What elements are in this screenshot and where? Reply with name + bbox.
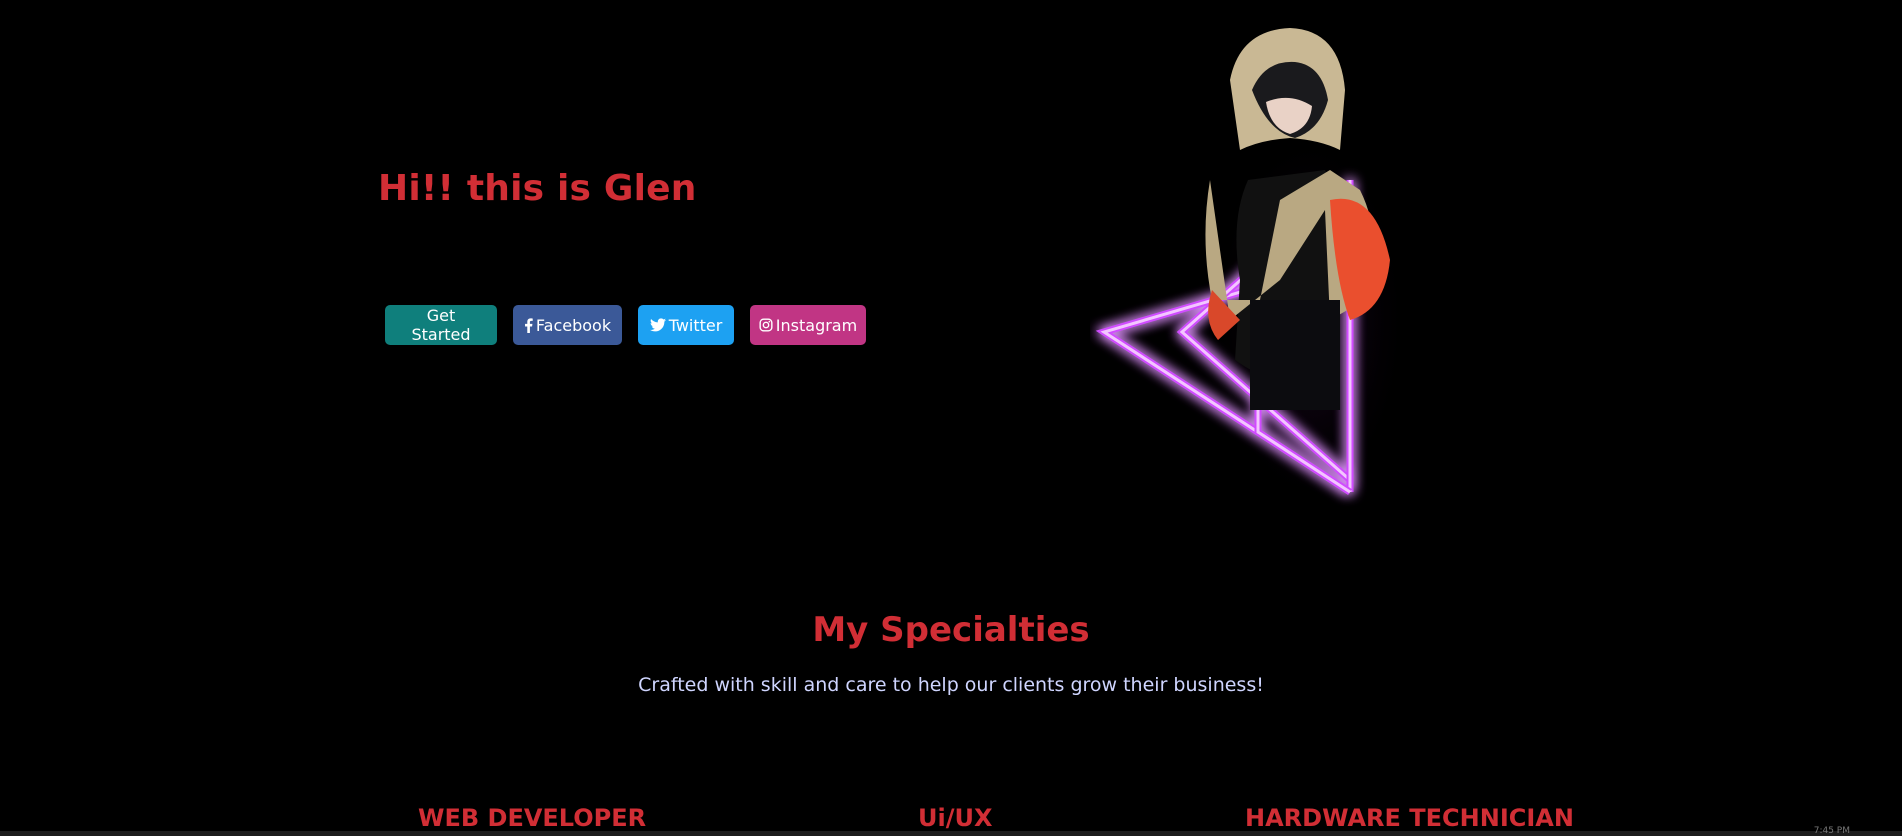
taskbar-clock: 7:45 PM xyxy=(1813,826,1850,836)
get-started-label: Get Started xyxy=(411,306,471,344)
hero-buttons: Get Started Facebook Twitter Instagram xyxy=(385,305,866,345)
taskbar-edge xyxy=(0,831,1902,836)
specialties-subtitle: Crafted with skill and care to help our … xyxy=(638,674,1264,696)
specialty-ui-ux: Ui/UX xyxy=(918,804,993,832)
specialties-title: My Specialties xyxy=(812,610,1090,650)
facebook-icon xyxy=(524,317,533,333)
facebook-button[interactable]: Facebook xyxy=(513,305,622,345)
twitter-label: Twitter xyxy=(668,315,723,335)
twitter-button[interactable]: Twitter xyxy=(638,305,734,345)
instagram-icon xyxy=(759,318,773,332)
facebook-label: Facebook xyxy=(535,315,612,335)
get-started-button[interactable]: Get Started xyxy=(385,305,497,345)
specialty-web-developer: WEB DEVELOPER xyxy=(418,804,647,832)
page: Hi!! this is Glen Get Started Facebook T… xyxy=(0,0,1902,836)
hero-title: Hi!! this is Glen xyxy=(378,168,697,209)
hero-illustration xyxy=(1095,28,1410,510)
specialty-hardware-technician: HARDWARE TECHNICIAN xyxy=(1245,804,1574,832)
instagram-button[interactable]: Instagram xyxy=(750,305,866,345)
twitter-icon xyxy=(649,318,666,332)
instagram-label: Instagram xyxy=(775,315,858,335)
